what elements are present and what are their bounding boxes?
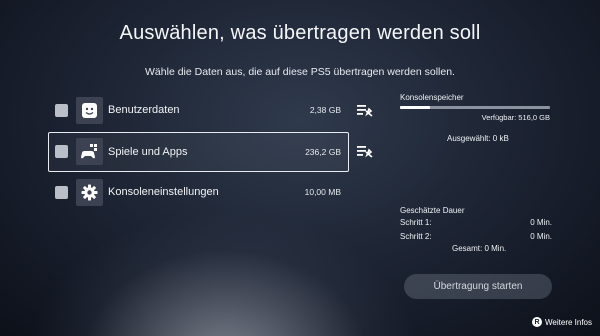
list-item-spiele-und-apps[interactable]: Spiele und Apps 236,2 GB xyxy=(48,132,349,172)
r-button-icon: R xyxy=(532,317,543,327)
gear-icon xyxy=(76,179,103,206)
more-info-hint[interactable]: R Weitere Infos xyxy=(532,317,592,327)
gamepad-apps-icon xyxy=(76,138,103,165)
list-item-benutzerdaten[interactable]: Benutzerdaten 2,38 GB xyxy=(48,93,349,129)
list-item-konsoleneinstellungen[interactable]: Konsoleneinstellungen 10,00 MB xyxy=(48,175,349,211)
row-label: Spiele und Apps xyxy=(108,146,188,158)
benutzerdaten-checkbox[interactable] xyxy=(55,104,68,117)
storage-available: Verfügbar: 516,0 GB xyxy=(481,113,550,122)
step1-label: Schritt 1: xyxy=(400,218,432,227)
details-icon[interactable] xyxy=(357,145,373,159)
step2-value: 0 Min. xyxy=(530,232,552,241)
storage-bar xyxy=(400,106,550,109)
user-face-icon xyxy=(76,97,103,124)
row-size: 236,2 GB xyxy=(305,147,341,157)
row-size: 2,38 GB xyxy=(309,105,341,115)
konsoleneinstellungen-checkbox[interactable] xyxy=(55,186,68,199)
total-duration: Gesamt: 0 Min. xyxy=(452,244,507,253)
step2-label: Schritt 2: xyxy=(400,232,432,241)
storage-bar-fill xyxy=(400,106,430,109)
row-size: 10,00 MB xyxy=(304,187,341,197)
more-info-label: Weitere Infos xyxy=(545,317,592,327)
row-label: Konsoleneinstellungen xyxy=(108,186,219,198)
storage-label: Konsolenspeicher xyxy=(400,93,464,102)
start-transfer-button[interactable]: Übertragung starten xyxy=(404,274,552,299)
duration-label: Geschätzte Dauer xyxy=(400,206,465,215)
step1-value: 0 Min. xyxy=(530,218,552,227)
selected-size: Ausgewählt: 0 kB xyxy=(447,134,509,143)
row-label: Benutzerdaten xyxy=(108,104,180,116)
start-transfer-label: Übertragung starten xyxy=(433,281,523,292)
page-title: Auswählen, was übertragen werden soll xyxy=(119,22,481,44)
spiele-und-apps-checkbox[interactable] xyxy=(55,145,68,158)
details-icon[interactable] xyxy=(357,104,373,118)
page-subtitle: Wähle die Daten aus, die auf diese PS5 ü… xyxy=(145,66,455,78)
